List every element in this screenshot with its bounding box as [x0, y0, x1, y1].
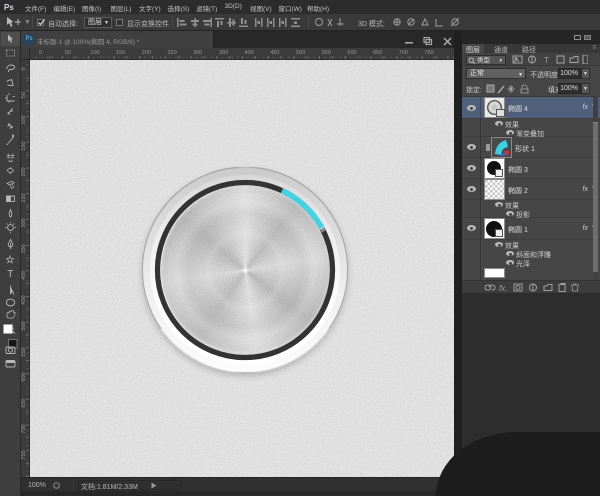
svg-text:fx.: fx.: [499, 284, 507, 292]
svg-text:T: T: [7, 269, 13, 280]
svg-text:T: T: [544, 56, 549, 64]
